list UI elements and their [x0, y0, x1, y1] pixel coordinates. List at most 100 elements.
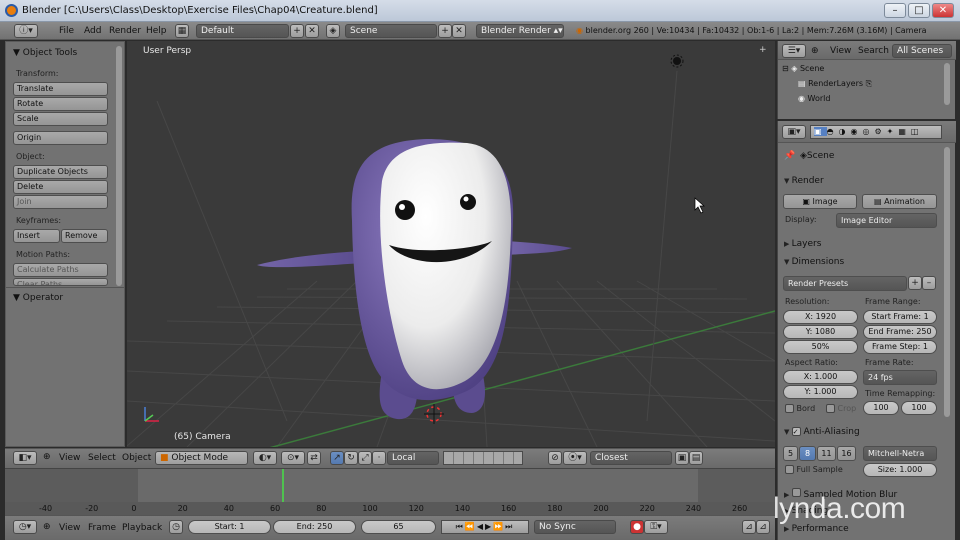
- preview-range-icon[interactable]: ◷: [169, 520, 183, 534]
- remove-scene-icon[interactable]: ✕: [452, 24, 466, 38]
- object-tools-header[interactable]: ▼ Object Tools: [13, 48, 77, 58]
- clear-paths-button[interactable]: Clear Paths: [13, 278, 108, 286]
- lock-camera-icon[interactable]: ⊘: [548, 451, 562, 465]
- outliner-item-renderlayers[interactable]: ▤ RenderLayers ⎘: [798, 79, 872, 89]
- timeline-area[interactable]: -40 -20 0 20 40 60 80 100 120 140 160 180 200 220 240 2…: [5, 468, 775, 516]
- resolution-y-field[interactable]: Y: 1080: [783, 325, 858, 339]
- add-preset-icon[interactable]: +: [908, 276, 922, 290]
- aa-filter-dropdown[interactable]: Mitchell-Netra: [863, 446, 937, 461]
- close-button[interactable]: ✕: [932, 3, 954, 18]
- translate-manipulator-icon[interactable]: ↗: [330, 451, 344, 465]
- display-mode-dropdown[interactable]: All Scenes: [892, 44, 952, 58]
- render-panel-header[interactable]: ▼ Render: [784, 176, 824, 186]
- aa-samples-16[interactable]: 16: [837, 446, 856, 461]
- remove-keyframe-button[interactable]: Remove: [61, 229, 108, 243]
- sync-mode-dropdown[interactable]: No Sync: [534, 520, 616, 534]
- menu-file[interactable]: File: [59, 26, 74, 36]
- remap-new-field[interactable]: 100: [901, 401, 937, 415]
- viewport-properties-toggle-icon[interactable]: +: [759, 45, 767, 55]
- layer-buttons[interactable]: [443, 451, 523, 465]
- manipulator-toggle-icon[interactable]: ⇄: [307, 451, 321, 465]
- editor-type-icon[interactable]: ⓘ▾: [14, 24, 38, 38]
- keying-set-icon[interactable]: ⚿▾: [644, 520, 668, 534]
- screen-layout-icon[interactable]: ▦: [175, 24, 189, 38]
- duplicate-objects-button[interactable]: Duplicate Objects: [13, 165, 108, 179]
- origin-button[interactable]: Origin: [13, 131, 108, 145]
- resolution-x-field[interactable]: X: 1920: [783, 310, 858, 324]
- editor-type-icon[interactable]: ◧▾: [13, 451, 37, 465]
- operator-panel-header[interactable]: ▼ Operator: [13, 293, 63, 303]
- aspect-y-field[interactable]: Y: 1.000: [783, 385, 858, 399]
- outliner-item-world[interactable]: ◉ World: [798, 94, 830, 103]
- translate-button[interactable]: Translate: [13, 82, 108, 96]
- render-anim-icon[interactable]: ▤: [689, 451, 703, 465]
- minimize-button[interactable]: –: [884, 3, 906, 18]
- insert-keyframe-button[interactable]: Insert: [13, 229, 60, 243]
- display-dropdown[interactable]: Image Editor: [836, 213, 937, 228]
- join-button[interactable]: Join: [13, 195, 108, 209]
- mode-dropdown[interactable]: ■ Object Mode: [155, 451, 248, 465]
- current-frame-field[interactable]: 65: [361, 520, 436, 534]
- pivot-point-icon[interactable]: ⊙▾: [281, 451, 305, 465]
- viewport-shading-icon[interactable]: ◐▾: [253, 451, 277, 465]
- menu-view[interactable]: View: [830, 46, 851, 56]
- menu-frame[interactable]: Frame: [88, 523, 116, 533]
- editor-type-icon[interactable]: ☰▾: [782, 44, 806, 58]
- calculate-paths-button[interactable]: Calculate Paths: [13, 263, 108, 277]
- insert-keyframe-icon[interactable]: ⊿: [742, 520, 756, 534]
- end-frame-field[interactable]: End: 250: [273, 520, 356, 534]
- pin-icon[interactable]: 📌: [784, 151, 795, 161]
- scale-manipulator-icon[interactable]: ⤢: [358, 451, 372, 465]
- rotate-button[interactable]: Rotate: [13, 97, 108, 111]
- aa-size-field[interactable]: Size: 1.000: [863, 463, 937, 477]
- crop-checkbox[interactable]: Crop: [826, 404, 856, 413]
- menu-select[interactable]: Select: [88, 453, 116, 463]
- render-presets-dropdown[interactable]: Render Presets: [783, 276, 907, 291]
- screen-layout-field[interactable]: Default: [196, 24, 289, 38]
- header-collapse-icon[interactable]: ⊕: [43, 452, 51, 462]
- record-icon[interactable]: ●: [630, 520, 644, 534]
- snap-element-icon[interactable]: ⦿▾: [563, 451, 587, 465]
- outliner-scrollbar[interactable]: [944, 63, 950, 105]
- menu-playback[interactable]: Playback: [122, 523, 162, 533]
- aa-checkbox-icon[interactable]: ✓: [791, 427, 801, 436]
- menu-search[interactable]: Search: [858, 46, 889, 56]
- context-tabs[interactable]: ▣◓◑◉◎⚙✦▦◫: [810, 125, 942, 139]
- aa-samples-5[interactable]: 5: [783, 446, 798, 461]
- menu-add[interactable]: Add: [84, 26, 101, 36]
- layers-panel-header[interactable]: ▶ Layers: [784, 239, 821, 249]
- start-frame-field[interactable]: Start: 1: [188, 520, 271, 534]
- header-collapse-icon[interactable]: ⊕: [43, 522, 51, 532]
- menu-help[interactable]: Help: [146, 26, 167, 36]
- aa-samples-11[interactable]: 11: [817, 446, 836, 461]
- add-layout-icon[interactable]: +: [290, 24, 304, 38]
- render-animation-button[interactable]: ▤ Animation: [862, 194, 937, 209]
- transform-orientation-dropdown[interactable]: Local: [387, 451, 439, 465]
- render-tab-icon[interactable]: ▣: [814, 127, 827, 136]
- scene-field[interactable]: Scene: [345, 24, 437, 38]
- anti-aliasing-panel-header[interactable]: ▼ ✓ Anti-Aliasing: [784, 427, 860, 437]
- delete-button[interactable]: Delete: [13, 180, 108, 194]
- menu-view[interactable]: View: [59, 523, 80, 533]
- dimensions-panel-header[interactable]: ▼ Dimensions: [784, 257, 844, 267]
- maximize-button[interactable]: □: [908, 3, 930, 18]
- delete-keyframe-icon[interactable]: ⊿: [756, 520, 770, 534]
- start-frame-field[interactable]: Start Frame: 1: [863, 310, 937, 324]
- render-image-button[interactable]: ▣ Image: [783, 194, 857, 209]
- editor-type-icon[interactable]: ▣▾: [782, 125, 806, 139]
- unused-manipulator-icon[interactable]: ·: [372, 451, 386, 465]
- header-collapse-icon[interactable]: ⊕: [811, 46, 819, 56]
- outliner-item-scene[interactable]: ⊟ ◈ Scene: [782, 64, 824, 73]
- scene-icon[interactable]: ◈: [326, 24, 340, 38]
- menu-render[interactable]: Render: [109, 26, 141, 36]
- current-frame-line[interactable]: [282, 469, 284, 502]
- aa-samples-8[interactable]: 8: [799, 446, 816, 461]
- menu-view[interactable]: View: [59, 453, 80, 463]
- playback-controls[interactable]: ⏮⏪◀▶⏩⏭: [441, 520, 529, 534]
- frame-rate-dropdown[interactable]: 24 fps: [863, 370, 937, 385]
- 3d-viewport[interactable]: User Persp (65) Camera +: [127, 41, 775, 447]
- render-engine-dropdown[interactable]: Blender Render ▴▾: [476, 24, 564, 38]
- menu-object[interactable]: Object: [122, 453, 151, 463]
- resolution-percent-field[interactable]: 50%: [783, 340, 858, 354]
- editor-type-icon[interactable]: ◷▾: [13, 520, 37, 534]
